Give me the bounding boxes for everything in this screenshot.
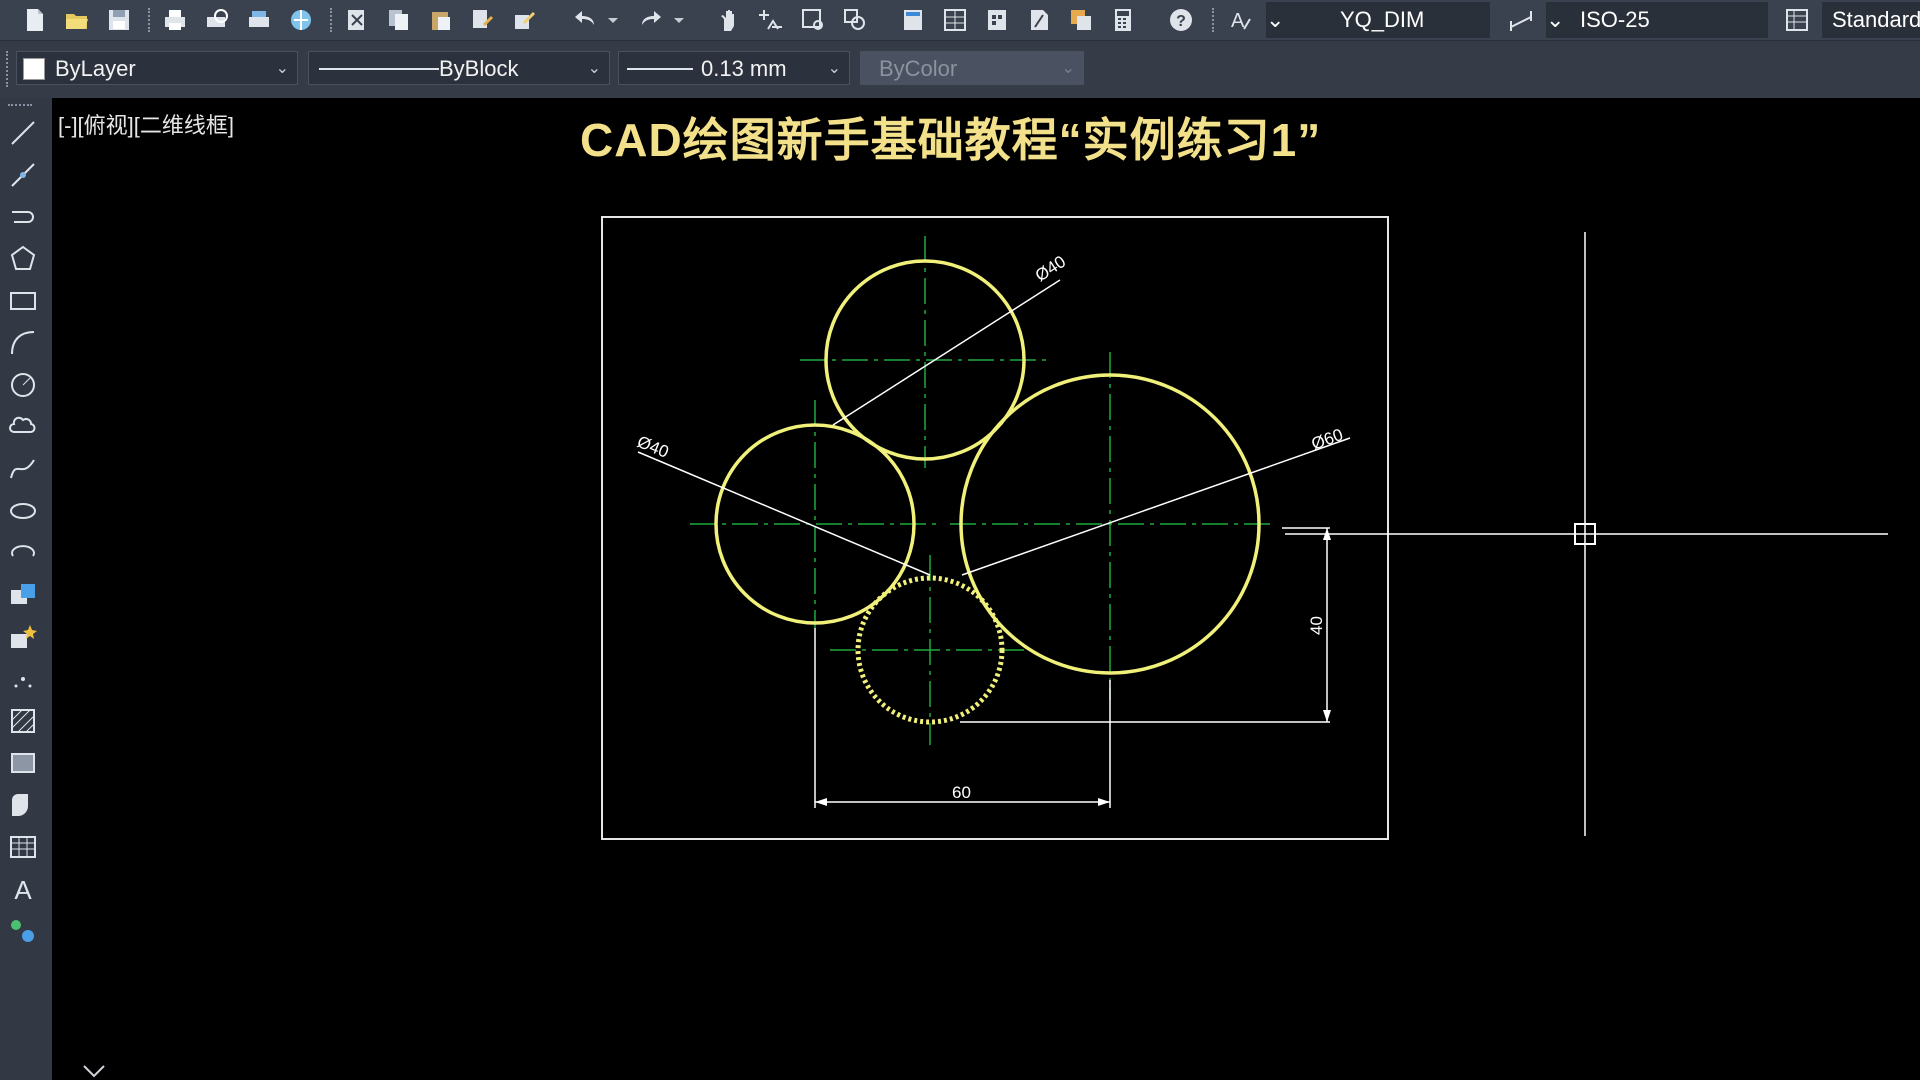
- circles: [714, 259, 1261, 725]
- center-line-left: [690, 400, 940, 628]
- viewport-controls-label[interactable]: [-][俯视][二维线框]: [58, 108, 234, 140]
- chevron-down-icon[interactable]: [83, 1065, 105, 1078]
- dim-line-left: [637, 451, 931, 576]
- dim-line-right: [961, 437, 1351, 576]
- tutorial-title: CAD绘图新手基础教程“实例练习1”: [580, 114, 1322, 166]
- center-line-right: [950, 352, 1270, 700]
- center-line-top: [800, 236, 1050, 468]
- dim-text-horizontal: 60: [952, 783, 971, 802]
- dim-line-top: [832, 279, 1061, 426]
- dim-text-left: Ø40: [635, 432, 672, 462]
- paper-frame: [601, 216, 1389, 840]
- dim-line-horizontal: [814, 628, 1111, 808]
- center-lines: [690, 236, 1270, 745]
- dim-text-top: Ø40: [1032, 252, 1069, 285]
- dim-line-vertical: [960, 527, 1330, 723]
- dimension-lines: [637, 279, 1351, 808]
- crosshair-cursor: [1285, 232, 1888, 836]
- dim-text-vertical: 40: [1307, 616, 1326, 635]
- dim-text-right: Ø60: [1309, 425, 1346, 454]
